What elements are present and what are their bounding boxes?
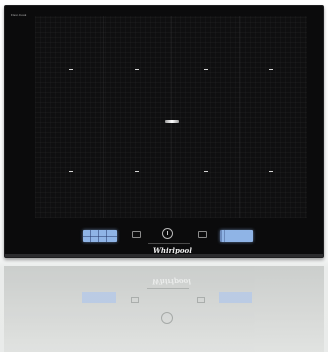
center-indicator-light	[165, 120, 179, 123]
reflected-plus-key-icon	[197, 297, 205, 303]
zone-mark-4-top	[269, 69, 273, 70]
zone-mark-3-top	[204, 69, 208, 70]
zone-divider	[239, 16, 240, 218]
slider-line[interactable]	[148, 243, 190, 244]
reflected-minus-key-icon	[131, 297, 139, 303]
reflected-brand-logo: Whirlpool	[152, 277, 191, 286]
zone-mark-2-top	[135, 69, 139, 70]
zone-mark-2-bottom	[135, 171, 139, 172]
zone-divider	[171, 16, 172, 218]
minus-key-icon[interactable]	[132, 231, 141, 238]
right-display	[220, 230, 253, 242]
zone-mark-3-bottom	[204, 171, 208, 172]
touch-control-panel: Whirlpool	[5, 221, 323, 257]
hob-front-edge	[5, 254, 323, 257]
zone-mark-4-bottom	[269, 171, 273, 172]
cooking-surface	[35, 16, 307, 218]
induction-hob: Flexi·Cook Whirlpool	[4, 5, 324, 258]
reflected-left-display	[82, 292, 116, 303]
reflected-slider-line	[147, 288, 189, 289]
zone-mark-1-top	[69, 69, 73, 70]
series-mark: Flexi·Cook	[11, 13, 27, 17]
plus-key-icon[interactable]	[198, 231, 207, 238]
reflected-right-display	[219, 292, 252, 303]
zone-mark-1-bottom	[69, 171, 73, 172]
power-icon[interactable]	[162, 228, 173, 239]
product-photo: Flexi·Cook Whirlpool Whirlpool	[0, 0, 328, 352]
left-display	[83, 230, 117, 242]
hob-reflection: Whirlpool	[4, 266, 324, 352]
reflected-power-icon	[161, 312, 173, 324]
zone-divider	[103, 16, 104, 218]
